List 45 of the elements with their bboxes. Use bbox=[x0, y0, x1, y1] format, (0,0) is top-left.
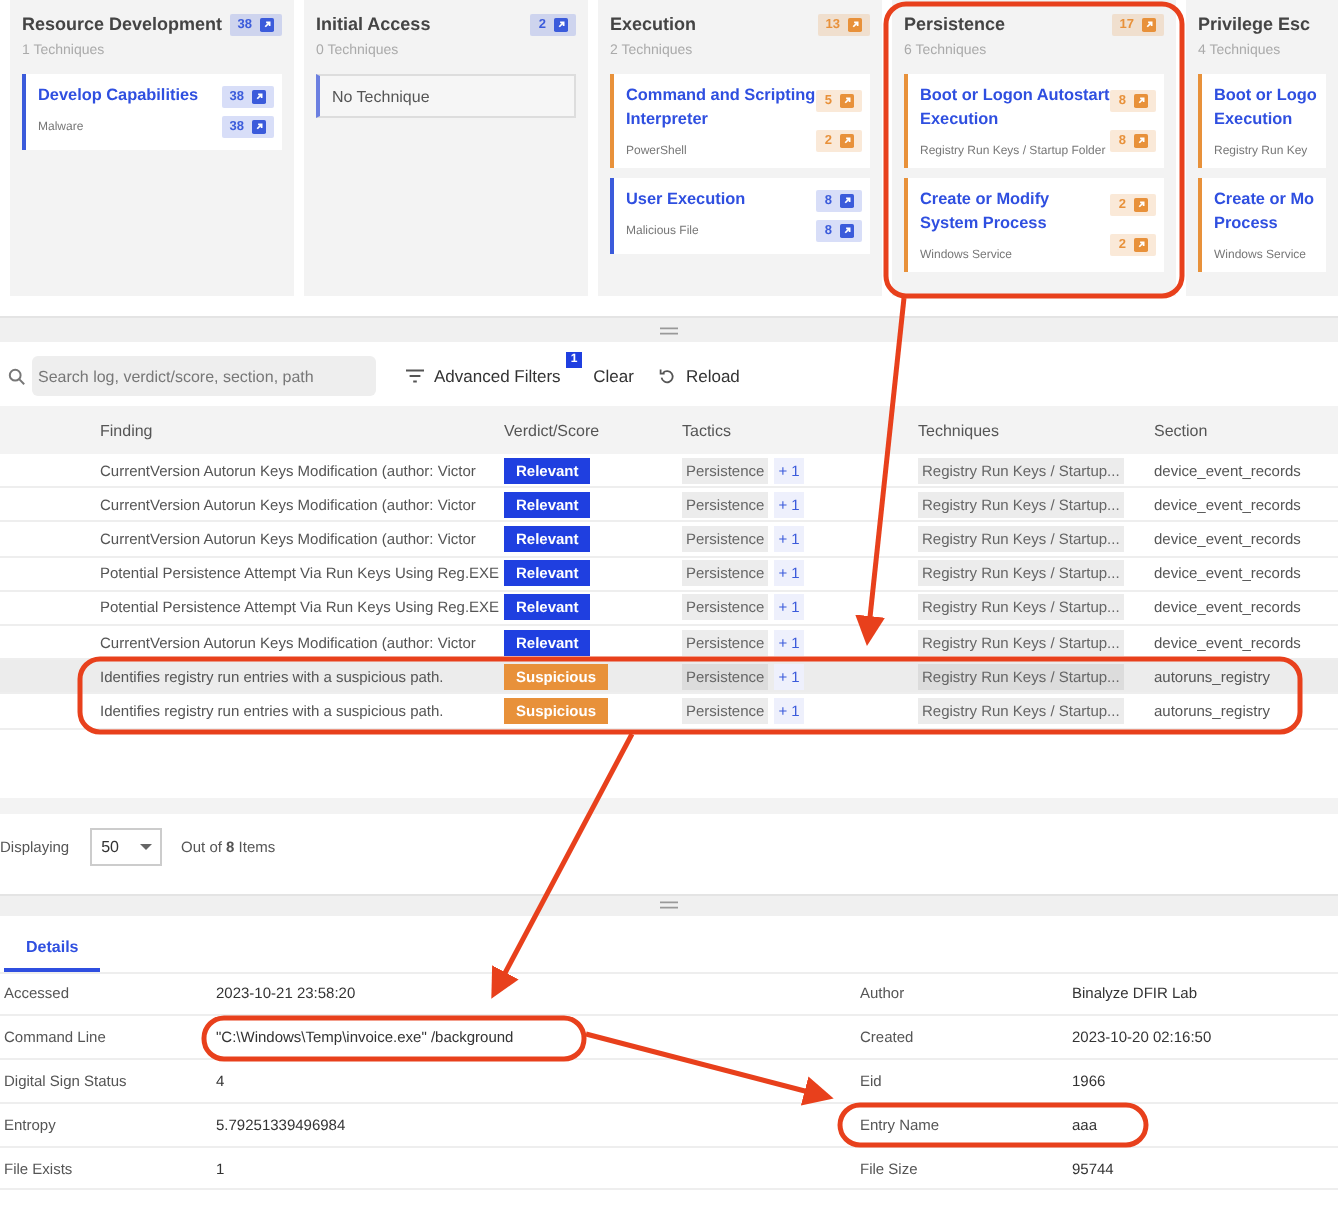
technique-title[interactable]: Command and Scripting Interpreter bbox=[626, 84, 817, 132]
column-header[interactable]: Finding bbox=[100, 421, 504, 439]
tactic-title: Resource Development bbox=[22, 14, 223, 34]
technique-title[interactable]: Create or Mo Process bbox=[1214, 187, 1318, 236]
open-icon bbox=[848, 17, 862, 31]
advanced-filters-button[interactable]: Advanced Filters bbox=[394, 366, 573, 386]
column-header[interactable]: Verdict/Score bbox=[504, 421, 682, 439]
open-icon bbox=[554, 17, 568, 31]
tactic-title: Privilege Esc bbox=[1198, 14, 1311, 34]
reload-button[interactable]: Reload bbox=[645, 366, 752, 386]
open-icon bbox=[252, 89, 266, 104]
search-field[interactable]: Search log, verdict/score, section, path bbox=[32, 356, 376, 396]
clear-button[interactable]: Clear bbox=[581, 366, 646, 386]
technique-title[interactable]: Develop Capabilities bbox=[38, 84, 222, 108]
column-header[interactable]: Tactics bbox=[682, 421, 918, 439]
open-icon bbox=[1142, 17, 1156, 31]
open-icon bbox=[1134, 237, 1148, 252]
empty-text: No Technique bbox=[332, 87, 430, 105]
tactic-title: Execution bbox=[610, 14, 697, 34]
details-tab[interactable]: Details bbox=[4, 925, 101, 971]
tactic-title: Persistence bbox=[904, 14, 1006, 34]
open-icon bbox=[252, 120, 266, 135]
open-icon bbox=[1134, 197, 1148, 212]
open-icon bbox=[1134, 93, 1148, 108]
open-icon bbox=[840, 133, 854, 148]
open-icon bbox=[840, 193, 854, 208]
drag-handle-icon[interactable] bbox=[660, 900, 678, 910]
splitter-bar[interactable] bbox=[0, 893, 1338, 915]
technique-title[interactable]: Create or Modify System Process bbox=[920, 187, 1111, 236]
open-icon bbox=[1134, 133, 1148, 148]
technique-title[interactable]: User Execution bbox=[626, 187, 817, 212]
search-icon bbox=[8, 367, 26, 385]
caret-icon bbox=[139, 844, 152, 850]
tactic-title: Initial Access bbox=[316, 14, 431, 34]
reload-icon bbox=[657, 368, 676, 384]
open-icon bbox=[260, 17, 274, 31]
column-header[interactable]: Section bbox=[1154, 421, 1330, 439]
page-size-select[interactable]: 50 bbox=[89, 828, 162, 866]
technique-title[interactable]: Boot or Logon Autostart Execution bbox=[920, 84, 1111, 132]
open-icon bbox=[840, 93, 854, 108]
open-icon bbox=[840, 224, 854, 239]
technique-title[interactable]: Boot or Logo Execution bbox=[1214, 84, 1318, 132]
drag-handle-icon[interactable] bbox=[660, 325, 678, 335]
column-header[interactable]: Techniques bbox=[918, 421, 1154, 439]
filter-icon bbox=[406, 368, 424, 384]
